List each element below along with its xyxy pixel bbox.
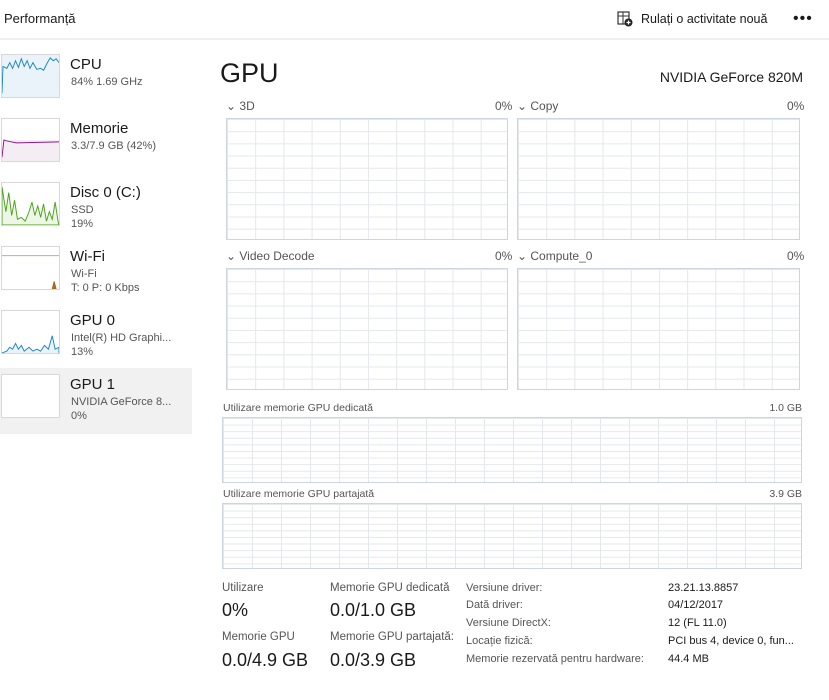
gpu-memory-label: Memorie GPU xyxy=(222,631,295,643)
more-options-button[interactable]: ••• xyxy=(793,10,813,28)
engine-value-video-decode: 0% xyxy=(495,249,513,263)
detail-key: Versiune DirectX: xyxy=(466,617,551,629)
graph-compute xyxy=(517,268,800,390)
shared-memory-stat-value: 0.0/3.9 GB xyxy=(330,650,417,670)
detail-value: PCI bus 4, device 0, fun... xyxy=(668,635,794,647)
wifi-sparkline xyxy=(1,246,60,290)
sidebar-item-gpu1[interactable]: GPU 1 NVIDIA GeForce 8... 0% xyxy=(0,368,192,434)
dedicated-memory-max: 1.0 GB xyxy=(769,402,802,414)
main-title: GPU xyxy=(220,58,279,88)
dedicated-memory-stat-label: Memorie GPU dedicată xyxy=(330,582,450,594)
sidebar-item-memory[interactable]: Memorie 3.3/7.9 GB (42%) xyxy=(0,112,192,176)
graph-3d xyxy=(226,118,508,240)
detail-key: Versiune driver: xyxy=(466,582,543,594)
header: Performanță Rulați o activitate nouă ••• xyxy=(0,0,829,40)
engine-selector-compute[interactable]: ⌄ Compute_0 xyxy=(517,249,592,263)
detail-value: 04/12/2017 xyxy=(668,599,724,611)
memory-sparkline xyxy=(1,118,60,162)
gpu-memory-value: 0.0/4.9 GB xyxy=(222,650,309,670)
detail-key: Locație fizică: xyxy=(466,635,533,647)
sidebar-item-gpu0[interactable]: GPU 0 Intel(R) HD Graphi... 13% xyxy=(0,304,192,368)
shared-memory-stat-label: Memorie GPU partajată: xyxy=(330,631,454,643)
engine-selector-3d[interactable]: ⌄ 3D xyxy=(226,99,255,113)
run-new-task-label: Rulați o activitate nouă xyxy=(641,12,768,26)
dedicated-memory-stat-value: 0.0/1.0 GB xyxy=(330,600,417,620)
gpu-device-name: NVIDIA GeForce 820M xyxy=(659,69,803,85)
engine-selector-video-decode[interactable]: ⌄ Video Decode xyxy=(226,249,315,263)
detail-value: 44.4 MB xyxy=(668,653,709,665)
engine-value-copy: 0% xyxy=(787,99,805,113)
sidebar-item-cpu[interactable]: CPU 84% 1.69 GHz xyxy=(0,48,192,112)
graph-copy xyxy=(517,118,800,240)
engine-value-3d: 0% xyxy=(495,99,513,113)
graph-video-decode xyxy=(226,268,508,390)
engine-selector-copy[interactable]: ⌄ Copy xyxy=(517,99,558,113)
sidebar-item-wifi[interactable]: Wi-Fi Wi-Fi T: 0 P: 0 Kbps xyxy=(0,240,192,304)
detail-value: 23.21.13.8857 xyxy=(668,582,739,594)
page-title: Performanță xyxy=(4,11,76,26)
gpu1-sparkline xyxy=(1,374,60,418)
sidebar-item-disk[interactable]: Disc 0 (C:) SSD 19% xyxy=(0,176,192,240)
shared-memory-max: 3.9 GB xyxy=(769,488,802,500)
graph-dedicated-memory xyxy=(222,417,802,483)
new-task-icon xyxy=(617,11,633,27)
gpu0-sparkline xyxy=(1,310,60,354)
dedicated-memory-label: Utilizare memorie GPU dedicată xyxy=(223,402,373,414)
utilization-value: 0% xyxy=(222,600,249,620)
cpu-sparkline xyxy=(1,54,60,98)
detail-key: Memorie rezervată pentru hardware: xyxy=(466,653,644,665)
detail-value: 12 (FL 11.0) xyxy=(668,617,727,629)
disk-sparkline xyxy=(1,182,60,226)
engine-value-compute: 0% xyxy=(787,249,805,263)
run-new-task-button[interactable]: Rulați o activitate nouă xyxy=(617,11,767,27)
sidebar: CPU 84% 1.69 GHz Memorie 3.3/7.9 GB (42%… xyxy=(0,48,192,434)
graph-shared-memory xyxy=(222,503,802,569)
shared-memory-label: Utilizare memorie GPU partajată xyxy=(223,488,375,500)
detail-key: Dată driver: xyxy=(466,599,523,611)
utilization-label: Utilizare xyxy=(222,582,264,594)
